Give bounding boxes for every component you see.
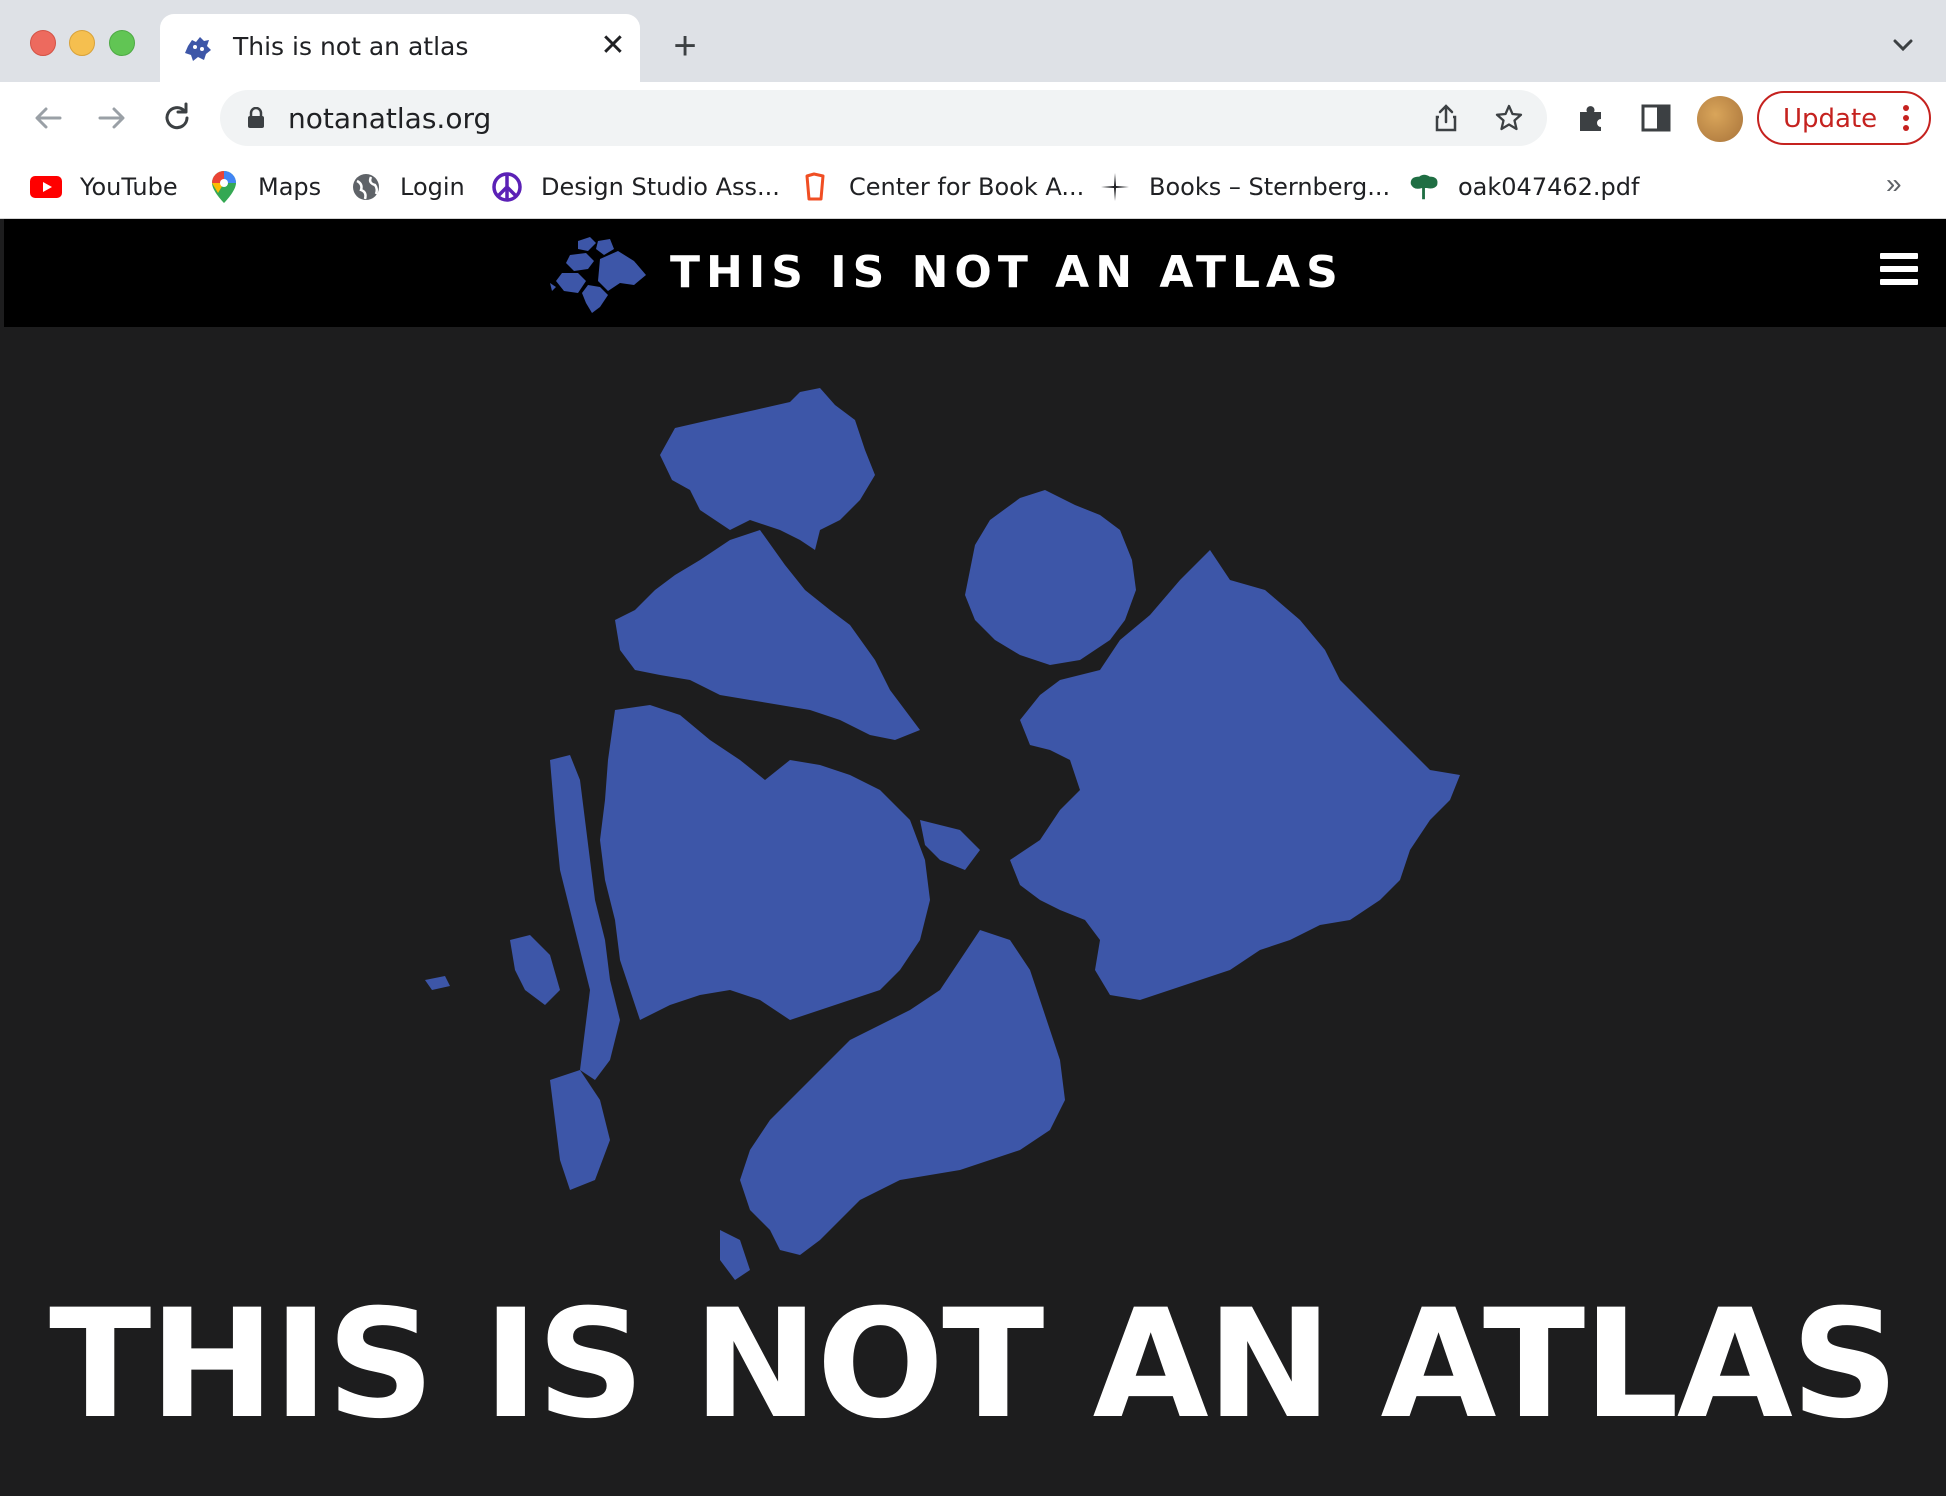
- bookmarks-overflow-button[interactable]: »: [1886, 168, 1902, 200]
- landmass-top-right: [965, 490, 1136, 665]
- google-maps-icon: [208, 171, 240, 203]
- tree-icon: [1408, 171, 1440, 203]
- bookmark-favicon-icon: [799, 171, 831, 203]
- more-vertical-icon[interactable]: [1899, 103, 1913, 133]
- landmass-south-island: [550, 1070, 610, 1190]
- globe-icon: [350, 171, 382, 203]
- bookmark-label: Maps: [258, 173, 322, 201]
- maximize-window-button[interactable]: [109, 30, 135, 56]
- site-header: THIS IS NOT AN ATLAS: [4, 219, 1946, 327]
- bookmark-maps[interactable]: Maps: [208, 168, 321, 206]
- chevron-down-icon[interactable]: [1888, 30, 1918, 60]
- bookmark-label: Design Studio Ass...: [541, 173, 780, 201]
- reload-icon[interactable]: [157, 98, 197, 138]
- peace-sign-icon: [491, 171, 523, 203]
- menu-hamburger-icon[interactable]: [1880, 253, 1918, 289]
- url-text[interactable]: notanatlas.org: [288, 102, 491, 135]
- lock-icon[interactable]: [246, 107, 266, 129]
- site-title[interactable]: THIS IS NOT AN ATLAS: [670, 247, 1344, 298]
- landmass-bottom-tail: [720, 1230, 750, 1280]
- minimize-window-button[interactable]: [69, 30, 95, 56]
- bookmark-star-icon[interactable]: [1493, 102, 1525, 134]
- bookmark-youtube[interactable]: YouTube: [30, 168, 178, 206]
- tab-title: This is not an atlas: [233, 32, 469, 61]
- tab-strip: This is not an atlas ✕ +: [0, 0, 1946, 82]
- update-button-label: Update: [1783, 104, 1878, 134]
- new-tab-button[interactable]: +: [665, 26, 705, 66]
- close-window-button[interactable]: [30, 30, 56, 56]
- back-arrow-icon[interactable]: [28, 98, 68, 138]
- bookmark-login[interactable]: Login: [350, 168, 465, 206]
- tab-close-button[interactable]: ✕: [595, 28, 631, 64]
- forward-arrow-icon[interactable]: [92, 98, 132, 138]
- update-button[interactable]: Update: [1757, 91, 1931, 145]
- profile-avatar[interactable]: [1697, 96, 1743, 142]
- side-panel-icon[interactable]: [1638, 100, 1674, 136]
- landmass-middle-left: [615, 530, 920, 740]
- browser-toolbar: notanatlas.org Update: [0, 82, 1946, 156]
- site-logo-icon[interactable]: [548, 233, 652, 315]
- hero-title: THIS IS NOT AN ATLAS: [49, 1278, 1899, 1452]
- landmass-mid-island: [920, 820, 980, 870]
- bookmark-label: Center for Book A...: [849, 173, 1085, 201]
- bookmark-label: oak047462.pdf: [1458, 173, 1640, 201]
- landmass-left: [600, 705, 930, 1020]
- atlas-favicon-icon: [185, 37, 211, 61]
- bookmark-oak-pdf[interactable]: oak047462.pdf: [1408, 168, 1639, 206]
- menu-bar: [1880, 279, 1918, 285]
- bookmark-center-for-book[interactable]: Center for Book A...: [799, 168, 1084, 206]
- extensions-puzzle-icon[interactable]: [1574, 100, 1610, 136]
- bookmark-label: YouTube: [80, 173, 178, 201]
- bookmark-label: Books – Sternberg...: [1149, 173, 1391, 201]
- bookmark-label: Login: [400, 173, 465, 201]
- bookmarks-bar: YouTube Maps Login Design Studio Ass...: [0, 156, 1946, 219]
- sparkle-icon: [1099, 171, 1131, 203]
- menu-bar: [1880, 253, 1918, 259]
- close-icon: ✕: [600, 29, 626, 62]
- active-tab[interactable]: This is not an atlas ✕: [160, 14, 640, 82]
- menu-bar: [1880, 266, 1918, 272]
- share-icon[interactable]: [1430, 102, 1462, 134]
- world-map-illustration: [425, 388, 1460, 1280]
- address-bar[interactable]: notanatlas.org: [220, 90, 1547, 146]
- plus-icon: +: [673, 24, 697, 68]
- bookmark-books-sternberg[interactable]: Books – Sternberg...: [1099, 168, 1390, 206]
- landmass-fringe-far-left: [510, 935, 560, 1005]
- landmass-top: [660, 388, 875, 550]
- bookmark-design-studio[interactable]: Design Studio Ass...: [491, 168, 780, 206]
- youtube-icon: [30, 171, 62, 203]
- landmass-tiny-west: [425, 976, 450, 990]
